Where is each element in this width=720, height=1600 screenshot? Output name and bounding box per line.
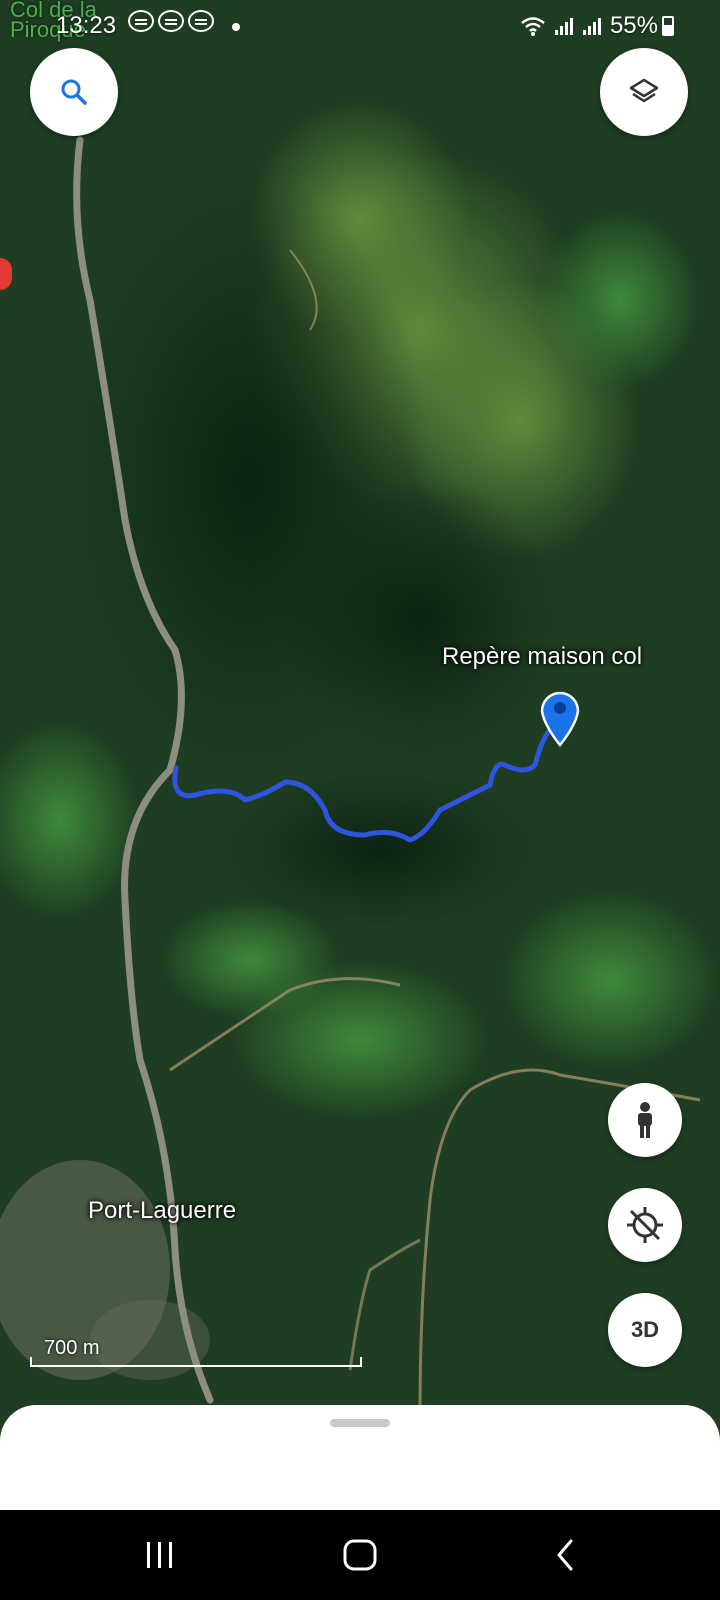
battery-percent: 55% [609, 12, 658, 39]
signal-icon [582, 18, 601, 35]
back-button[interactable] [535, 1528, 595, 1582]
my-location-button[interactable] [608, 1188, 682, 1262]
notification-dot-icon [232, 23, 240, 31]
home-button[interactable] [330, 1528, 390, 1582]
chat-bubble-icon [128, 10, 154, 32]
search-button[interactable] [30, 48, 118, 136]
layers-icon [629, 78, 659, 103]
home-icon [343, 1539, 377, 1571]
bottom-sheet[interactable] [0, 1405, 720, 1510]
wifi-icon [521, 17, 545, 36]
battery-icon [662, 16, 674, 36]
street-view-button[interactable] [608, 1083, 682, 1157]
chat-bubble-icon [158, 10, 184, 32]
status-time: 13:23 [56, 12, 117, 39]
location-off-icon [627, 1207, 663, 1243]
back-icon [557, 1539, 573, 1571]
satellite-map[interactable] [0, 0, 720, 1510]
pegman-icon [638, 1102, 652, 1138]
town-label[interactable]: Port-Laguerre [88, 1197, 236, 1225]
recents-button[interactable] [130, 1528, 190, 1582]
chat-bubble-icon [188, 10, 214, 32]
drag-handle[interactable] [330, 1419, 390, 1427]
3d-label: 3D [630, 1317, 660, 1342]
3d-button[interactable]: 3D [608, 1293, 682, 1367]
recents-icon [147, 1542, 172, 1568]
system-nav-bar [0, 1510, 720, 1600]
layers-button[interactable] [600, 48, 688, 136]
scale-bar: 700 m [30, 1337, 362, 1367]
status-bar: 13:23 55% [0, 0, 720, 52]
location-pin-icon[interactable] [538, 687, 582, 747]
notification-icons [128, 10, 214, 32]
marker-label[interactable]: Repère maison col [442, 643, 642, 671]
signal-icon [554, 18, 573, 35]
search-icon [61, 79, 87, 105]
